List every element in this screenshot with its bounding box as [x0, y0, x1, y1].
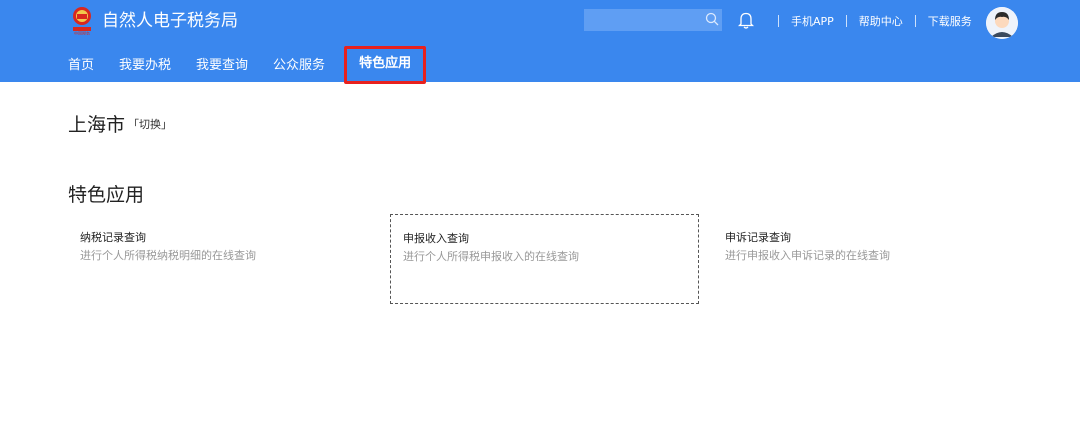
search-input[interactable] [584, 9, 722, 31]
nav-item-special-apps[interactable]: 特色应用 [344, 46, 427, 84]
site-title[interactable]: 自然人电子税务局 [102, 10, 238, 32]
card-income-query[interactable]: 申报收入查询 进行个人所得税申报收入的在线查询 [390, 214, 699, 304]
section-title: 特色应用 [68, 184, 145, 206]
card-description: 进行申报收入申诉记录的在线查询 [725, 249, 890, 262]
nav-item-tax-filing[interactable]: 我要办税 [111, 52, 179, 82]
city-name: 上海市 [68, 114, 126, 136]
svg-text:中国税务: 中国税务 [74, 30, 90, 35]
tax-emblem-logo[interactable]: 中国税务 [68, 5, 96, 35]
avatar[interactable] [986, 7, 1018, 39]
card-description: 进行个人所得税申报收入的在线查询 [403, 250, 579, 263]
divider [778, 15, 779, 27]
bell-icon[interactable] [738, 11, 754, 29]
help-center-link[interactable]: 帮助中心 [859, 13, 903, 29]
divider [914, 15, 916, 27]
card-title: 纳税记录查询 [80, 231, 146, 244]
divider [845, 15, 847, 27]
card-tax-record-query[interactable]: 纳税记录查询 进行个人所得税纳税明细的在线查询 [68, 214, 377, 304]
search-icon[interactable] [705, 12, 719, 26]
top-links: 手机APP 帮助中心 下载服务 [766, 14, 972, 28]
card-description: 进行个人所得税纳税明细的在线查询 [80, 249, 256, 262]
switch-city-link[interactable]: 「切换」 [128, 116, 172, 132]
header-bar: 中国税务 自然人电子税务局 手机APP 帮助中心 下载服务 首页 我要办税 我要… [0, 0, 1080, 84]
main-nav: 首页 我要办税 我要查询 公众服务 特色应用 [60, 46, 435, 84]
card-title: 申诉记录查询 [725, 231, 791, 244]
nav-item-query[interactable]: 我要查询 [188, 52, 256, 82]
card-appeal-record-query[interactable]: 申诉记录查询 进行申报收入申诉记录的在线查询 [713, 214, 1022, 304]
mobile-app-link[interactable]: 手机APP [791, 13, 834, 29]
download-service-link[interactable]: 下载服务 [928, 13, 972, 29]
user-avatar-icon [986, 7, 1018, 39]
nav-item-public-service[interactable]: 公众服务 [265, 52, 333, 82]
card-title: 申报收入查询 [403, 232, 469, 245]
nav-item-home[interactable]: 首页 [60, 52, 102, 82]
